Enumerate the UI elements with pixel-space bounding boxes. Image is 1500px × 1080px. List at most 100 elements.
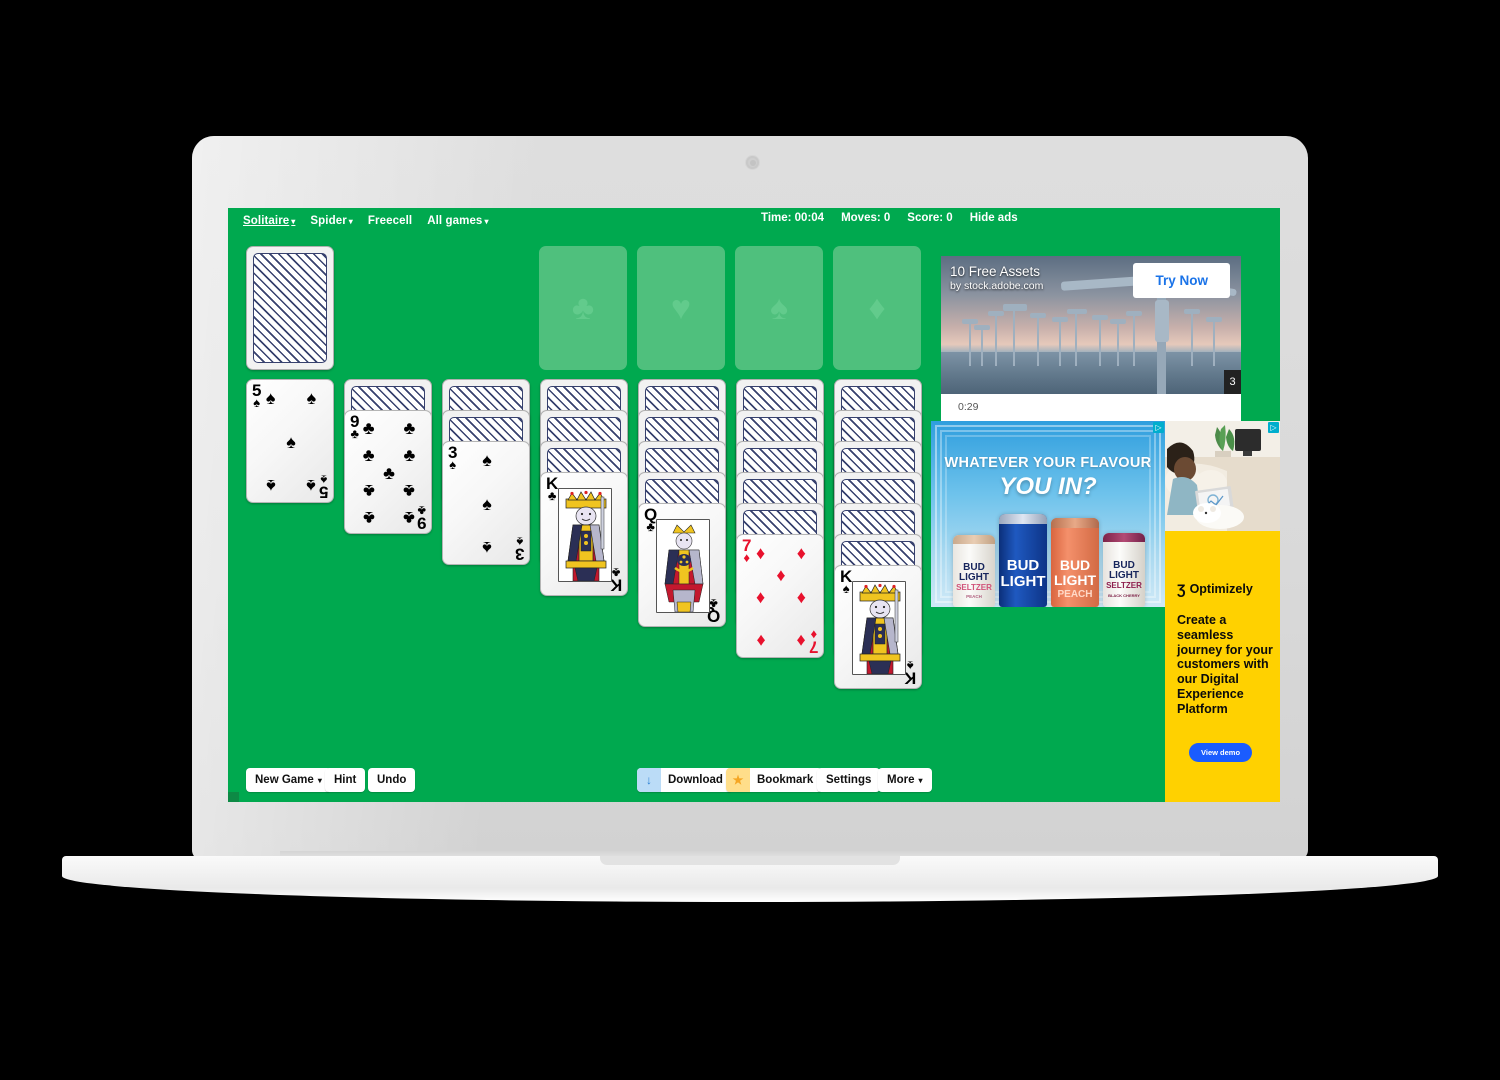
ad-can-budlight-peach: BUD LIGHT PEACH <box>1051 518 1099 607</box>
spade-icon: ♠ <box>769 289 789 327</box>
foundation-diamonds[interactable]: ♦ <box>833 246 921 370</box>
diamond-icon: ♦ <box>756 630 766 651</box>
bottom-toolbar: New Game ▾ Hint Undo ↓ Download ★ Bookma… <box>228 768 1280 792</box>
nav-item-freecell[interactable]: Freecell <box>368 215 412 227</box>
chevron-down-icon: ▾ <box>317 775 322 785</box>
club-icon: ♣ <box>362 418 375 439</box>
wind-turbine <box>1037 316 1039 366</box>
club-icon: ♣ <box>362 507 375 528</box>
status-score: Score: 0 <box>907 212 953 224</box>
wind-turbine-hub <box>1206 317 1222 322</box>
tableau-card-3-of-spades[interactable]: 3 ♠ 3 ♠ ♠ ♠ ♠ <box>442 441 530 565</box>
diamond-icon: ♦ <box>776 565 786 586</box>
can-brand: BUD <box>1059 557 1091 573</box>
left-edge-strip <box>228 792 239 802</box>
ad-budlight-banner[interactable]: WHATEVER YOUR FLAVOUR YOU IN? BUD LIGHT … <box>931 421 1165 607</box>
download-label: Download <box>668 774 723 786</box>
can-variant: SELTZER <box>956 583 992 592</box>
ad-choices-icon[interactable]: ▷ <box>1268 422 1279 433</box>
game-status-bar: Time: 00:04 Moves: 0 Score: 0 Hide ads <box>761 212 1018 224</box>
club-icon: ♣ <box>403 507 416 528</box>
foundation-hearts[interactable]: ♥ <box>637 246 725 370</box>
ad-optimizely-banner[interactable]: Ʒ Optimizely Create a seamless journey f… <box>1165 421 1280 802</box>
undo-button[interactable]: Undo <box>368 768 416 792</box>
tableau-card-queen-of-clubs[interactable]: Q ♣ Q ♣ <box>638 503 726 627</box>
view-demo-button[interactable]: View demo <box>1189 743 1253 762</box>
queen-illustration <box>657 520 709 612</box>
court-card-artwork-queen <box>656 519 710 613</box>
ad-can-budlight: BUD LIGHT <box>999 514 1047 607</box>
can-variant: SELTZER <box>1106 581 1142 590</box>
nav-item-spider[interactable]: Spider ▾ <box>310 215 353 227</box>
new-game-button[interactable]: New Game ▾ <box>246 768 331 792</box>
wind-turbine <box>969 322 971 366</box>
can-lid <box>1051 518 1099 528</box>
club-icon: ♣ <box>403 418 416 439</box>
ad-optimizely-photo <box>1165 421 1280 531</box>
download-button[interactable]: ↓ Download <box>637 768 732 792</box>
wind-turbine <box>1099 318 1101 366</box>
nav-item-solitaire[interactable]: Solitaire ▾ <box>243 215 295 227</box>
wind-turbine <box>1133 314 1135 366</box>
diamond-icon: ♦ <box>868 289 886 327</box>
card-pips: ♦ ♦ ♦ ♦ ♦ ♦ ♦ <box>751 543 811 651</box>
nav-label-freecell: Freecell <box>367 214 413 227</box>
chevron-down-icon: ▾ <box>348 216 353 226</box>
wind-turbine <box>1191 312 1193 366</box>
spade-icon: ♠ <box>482 537 492 558</box>
settings-button[interactable]: Settings <box>817 768 881 792</box>
diamond-icon: ♦ <box>796 543 806 564</box>
card-corner-top: K ♣ <box>546 475 558 502</box>
can-lid <box>999 514 1047 524</box>
ad-choices-icon[interactable]: ▷ <box>1153 422 1164 433</box>
club-icon: ♣ <box>403 445 416 466</box>
ad-budlight-line2: YOU IN? <box>999 473 1097 500</box>
ad-try-now-button[interactable]: Try Now <box>1133 263 1230 298</box>
more-button[interactable]: More ▾ <box>878 768 932 792</box>
nav-item-all-games[interactable]: All games ▾ <box>427 215 488 227</box>
optimizely-brand-name: Optimizely <box>1189 582 1253 596</box>
stock-pile[interactable] <box>246 246 334 370</box>
browser-screen: Solitaire ▾ Spider ▾ Freecell All games ▾ T… <box>228 208 1280 802</box>
hide-ads-button[interactable]: Hide ads <box>970 212 1018 224</box>
can-brand2: LIGHT <box>959 572 989 583</box>
ad-video-banner[interactable]: 10 Free Assets by stock.adobe.com Try No… <box>941 256 1241 426</box>
card-corner-top: K ♠ <box>840 568 852 595</box>
can-brand: BUD <box>1006 557 1040 574</box>
chevron-down-icon: ▾ <box>484 216 489 226</box>
can-flavour: BLACK CHERRY <box>1108 593 1140 598</box>
can-flavour: PEACH <box>966 594 982 599</box>
wind-turbine-hub <box>1110 319 1126 324</box>
tableau-card-9-of-clubs[interactable]: 9 ♣ 9 ♣ ♣ ♣ ♣ ♣ ♣ ♣ ♣ ♣ ♣ <box>344 410 432 534</box>
ad-sea-background <box>941 352 1241 394</box>
can-flavour: PEACH <box>1057 589 1093 600</box>
spade-icon: ♠ <box>286 432 296 452</box>
ad-countdown-badge: 3 <box>1224 370 1241 394</box>
diamond-icon: ♦ <box>796 587 806 607</box>
card-pips: ♠ ♠ ♠ <box>457 451 517 558</box>
laptop-device: Solitaire ▾ Spider ▾ Freecell All games ▾ T… <box>0 0 1500 1080</box>
more-label: More <box>887 774 915 786</box>
star-icon: ★ <box>726 768 750 792</box>
hint-button[interactable]: Hint <box>325 768 366 792</box>
tableau-card-king-of-spades[interactable]: K ♠ K ♠ <box>834 565 922 689</box>
can-brand2: LIGHT <box>1000 573 1046 590</box>
club-icon: ♣ <box>362 480 375 501</box>
new-game-label: New Game <box>255 774 314 786</box>
tableau-card-5-of-spades[interactable]: 5 ♠ 5 ♠ ♠ ♠ ♠ ♠ ♠ <box>246 379 334 503</box>
bookmark-button[interactable]: ★ Bookmark <box>726 768 823 792</box>
diamond-icon: ♦ <box>796 630 806 651</box>
wind-turbine <box>1059 320 1061 366</box>
wind-turbine-hub <box>988 311 1004 316</box>
diamond-icon: ♦ <box>756 587 766 607</box>
court-card-artwork-king <box>558 488 612 582</box>
laptop-base-lip <box>600 856 900 865</box>
wind-turbine-hub <box>1030 313 1046 318</box>
tableau-card-7-of-diamonds[interactable]: 7 ♦ 7 ♦ ♦ ♦ ♦ ♦ ♦ ♦ ♦ <box>736 534 824 658</box>
wind-turbine-hub <box>1184 309 1200 314</box>
card-back-pattern <box>253 253 327 363</box>
foundation-clubs[interactable]: ♣ <box>539 246 627 370</box>
foundation-spades[interactable]: ♠ <box>735 246 823 370</box>
tableau-card-king-of-clubs[interactable]: K ♣ K ♣ <box>540 472 628 596</box>
wind-turbine <box>1013 308 1015 366</box>
